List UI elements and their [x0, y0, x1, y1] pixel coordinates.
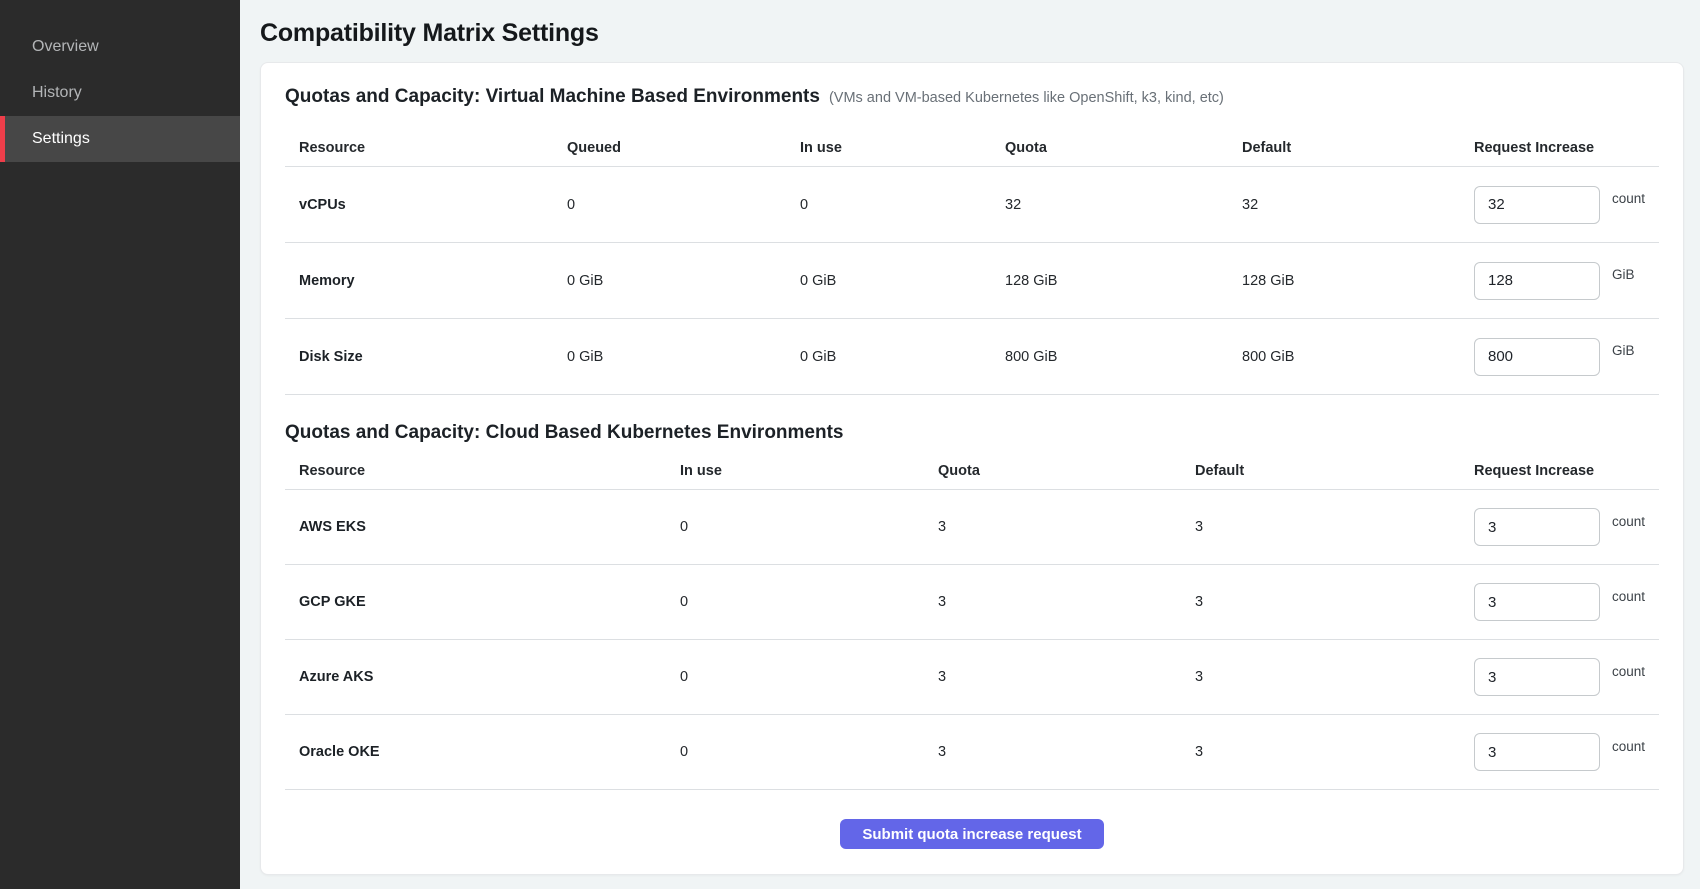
request-increase-cell: count — [1474, 508, 1659, 546]
column-header-in-use: In use — [800, 140, 1005, 156]
gcp-gke-request-input[interactable] — [1474, 583, 1600, 621]
request-increase-cell: count — [1474, 658, 1659, 696]
submit-button-row: Submit quota increase request — [285, 819, 1659, 849]
sidebar-item-settings-label: Settings — [32, 130, 90, 148]
vm-section-heading: Quotas and Capacity: Virtual Machine Bas… — [285, 85, 820, 109]
table-row-vcpus: vCPUs 0 0 32 32 count — [285, 167, 1659, 243]
in-use-value: 0 — [680, 744, 938, 760]
request-increase-cell: GiB — [1474, 262, 1659, 300]
quota-value: 3 — [938, 594, 1195, 610]
in-use-value: 0 GiB — [800, 273, 1005, 289]
sidebar-item-settings[interactable]: Settings — [0, 116, 240, 162]
request-increase-cell: count — [1474, 733, 1659, 771]
vm-section-note: (VMs and VM-based Kubernetes like OpenSh… — [829, 86, 1224, 110]
queued-value: 0 GiB — [567, 273, 800, 289]
resource-label: AWS EKS — [285, 519, 680, 535]
sidebar-item-overview[interactable]: Overview — [0, 24, 240, 70]
vcpus-request-input[interactable] — [1474, 186, 1600, 224]
resource-label: Disk Size — [285, 349, 567, 365]
column-header-default: Default — [1195, 463, 1474, 479]
unit-label: count — [1612, 191, 1645, 206]
vm-table: Resource Queued In use Quota Default Req… — [285, 129, 1659, 395]
vm-table-header: Resource Queued In use Quota Default Req… — [285, 129, 1659, 167]
default-value: 3 — [1195, 744, 1474, 760]
quota-value: 128 GiB — [1005, 273, 1242, 289]
column-header-request-increase: Request Increase — [1474, 140, 1659, 156]
quota-value: 3 — [938, 744, 1195, 760]
resource-label: GCP GKE — [285, 594, 680, 610]
sidebar: Overview History Settings — [0, 0, 240, 889]
column-header-request-increase: Request Increase — [1474, 463, 1659, 479]
default-value: 3 — [1195, 669, 1474, 685]
main-content: Compatibility Matrix Settings Quotas and… — [240, 0, 1700, 889]
in-use-value: 0 — [680, 594, 938, 610]
quota-value: 32 — [1005, 197, 1242, 213]
k8s-table: Resource In use Quota Default Request In… — [285, 452, 1659, 790]
column-header-quota: Quota — [1005, 140, 1242, 156]
column-header-queued: Queued — [567, 140, 800, 156]
request-increase-cell: GiB — [1474, 338, 1659, 376]
column-header-default: Default — [1242, 140, 1474, 156]
quota-value: 800 GiB — [1005, 349, 1242, 365]
sidebar-item-history-label: History — [32, 84, 82, 102]
queued-value: 0 GiB — [567, 349, 800, 365]
quota-settings-card: Quotas and Capacity: Virtual Machine Bas… — [260, 62, 1684, 875]
quota-value: 3 — [938, 669, 1195, 685]
table-row-oracle-oke: Oracle OKE 0 3 3 count — [285, 715, 1659, 790]
table-row-disk-size: Disk Size 0 GiB 0 GiB 800 GiB 800 GiB Gi… — [285, 319, 1659, 395]
column-header-resource: Resource — [285, 140, 567, 156]
table-row-memory: Memory 0 GiB 0 GiB 128 GiB 128 GiB GiB — [285, 243, 1659, 319]
k8s-quotas-section: Quotas and Capacity: Cloud Based Kuberne… — [285, 421, 1659, 790]
in-use-value: 0 — [680, 669, 938, 685]
unit-label: GiB — [1612, 343, 1635, 358]
resource-label: vCPUs — [285, 197, 567, 213]
default-value: 3 — [1195, 594, 1474, 610]
oracle-oke-request-input[interactable] — [1474, 733, 1600, 771]
table-row-aws-eks: AWS EKS 0 3 3 count — [285, 490, 1659, 565]
page-title: Compatibility Matrix Settings — [260, 18, 1684, 48]
vm-section-heading-row: Quotas and Capacity: Virtual Machine Bas… — [285, 85, 1659, 110]
sidebar-item-overview-label: Overview — [32, 38, 99, 56]
aws-eks-request-input[interactable] — [1474, 508, 1600, 546]
default-value: 3 — [1195, 519, 1474, 535]
unit-label: GiB — [1612, 267, 1635, 282]
table-row-gcp-gke: GCP GKE 0 3 3 count — [285, 565, 1659, 640]
default-value: 32 — [1242, 197, 1474, 213]
request-increase-cell: count — [1474, 186, 1659, 224]
resource-label: Oracle OKE — [285, 744, 680, 760]
in-use-value: 0 — [680, 519, 938, 535]
k8s-section-heading: Quotas and Capacity: Cloud Based Kuberne… — [285, 421, 844, 445]
in-use-value: 0 GiB — [800, 349, 1005, 365]
disk-size-request-input[interactable] — [1474, 338, 1600, 376]
quota-value: 3 — [938, 519, 1195, 535]
resource-label: Memory — [285, 273, 567, 289]
azure-aks-request-input[interactable] — [1474, 658, 1600, 696]
column-header-resource: Resource — [285, 463, 680, 479]
column-header-in-use: In use — [680, 463, 938, 479]
queued-value: 0 — [567, 197, 800, 213]
request-increase-cell: count — [1474, 583, 1659, 621]
k8s-table-header: Resource In use Quota Default Request In… — [285, 452, 1659, 490]
memory-request-input[interactable] — [1474, 262, 1600, 300]
unit-label: count — [1612, 664, 1645, 679]
column-header-quota: Quota — [938, 463, 1195, 479]
submit-quota-increase-button[interactable]: Submit quota increase request — [840, 819, 1103, 849]
unit-label: count — [1612, 739, 1645, 754]
in-use-value: 0 — [800, 197, 1005, 213]
unit-label: count — [1612, 514, 1645, 529]
default-value: 128 GiB — [1242, 273, 1474, 289]
vm-quotas-section: Quotas and Capacity: Virtual Machine Bas… — [285, 85, 1659, 395]
sidebar-item-history[interactable]: History — [0, 70, 240, 116]
table-row-azure-aks: Azure AKS 0 3 3 count — [285, 640, 1659, 715]
resource-label: Azure AKS — [285, 669, 680, 685]
default-value: 800 GiB — [1242, 349, 1474, 365]
k8s-section-heading-row: Quotas and Capacity: Cloud Based Kuberne… — [285, 421, 1659, 445]
unit-label: count — [1612, 589, 1645, 604]
